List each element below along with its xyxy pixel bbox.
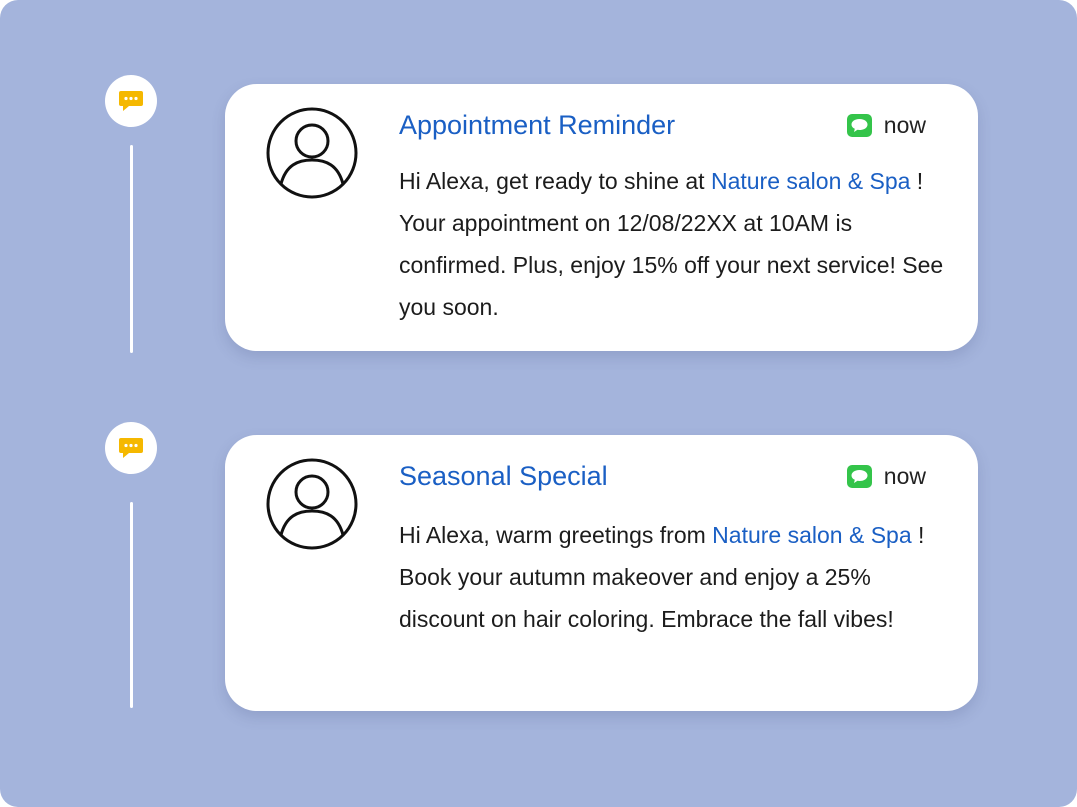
- notification-meta: now: [846, 463, 926, 490]
- chat-bubble-icon: [119, 438, 143, 458]
- business-link[interactable]: Nature salon & Spa: [712, 522, 911, 548]
- message-icon: [846, 465, 872, 488]
- notification-time: now: [883, 463, 926, 489]
- user-avatar-icon: [266, 458, 358, 550]
- notification-title: Seasonal Special: [399, 461, 608, 491]
- notification-meta: now: [846, 112, 926, 139]
- timeline-node: [105, 75, 157, 127]
- notification-card[interactable]: Seasonal Special now Hi Alexa, warm gree…: [225, 435, 978, 711]
- user-avatar-icon: [266, 107, 358, 199]
- business-link[interactable]: Nature salon & Spa: [711, 168, 910, 194]
- background-canvas: Appointment Reminder now Hi Alexa, get r…: [0, 0, 1077, 807]
- timeline-line: [130, 145, 133, 353]
- notification-message: Hi Alexa, warm greetings from Nature sal…: [399, 514, 947, 640]
- timeline-node: [105, 422, 157, 474]
- message-greeting: Hi Alexa, warm greetings from: [399, 522, 713, 548]
- notification-title: Appointment Reminder: [399, 110, 676, 140]
- chat-bubble-icon: [119, 91, 143, 111]
- notification-time: now: [883, 112, 926, 138]
- notification-message: Hi Alexa, get ready to shine at Nature s…: [399, 160, 947, 328]
- message-greeting: Hi Alexa, get ready to shine at: [399, 168, 711, 194]
- notification-card[interactable]: Appointment Reminder now Hi Alexa, get r…: [225, 84, 978, 351]
- message-icon: [846, 114, 872, 137]
- timeline-line: [130, 502, 133, 708]
